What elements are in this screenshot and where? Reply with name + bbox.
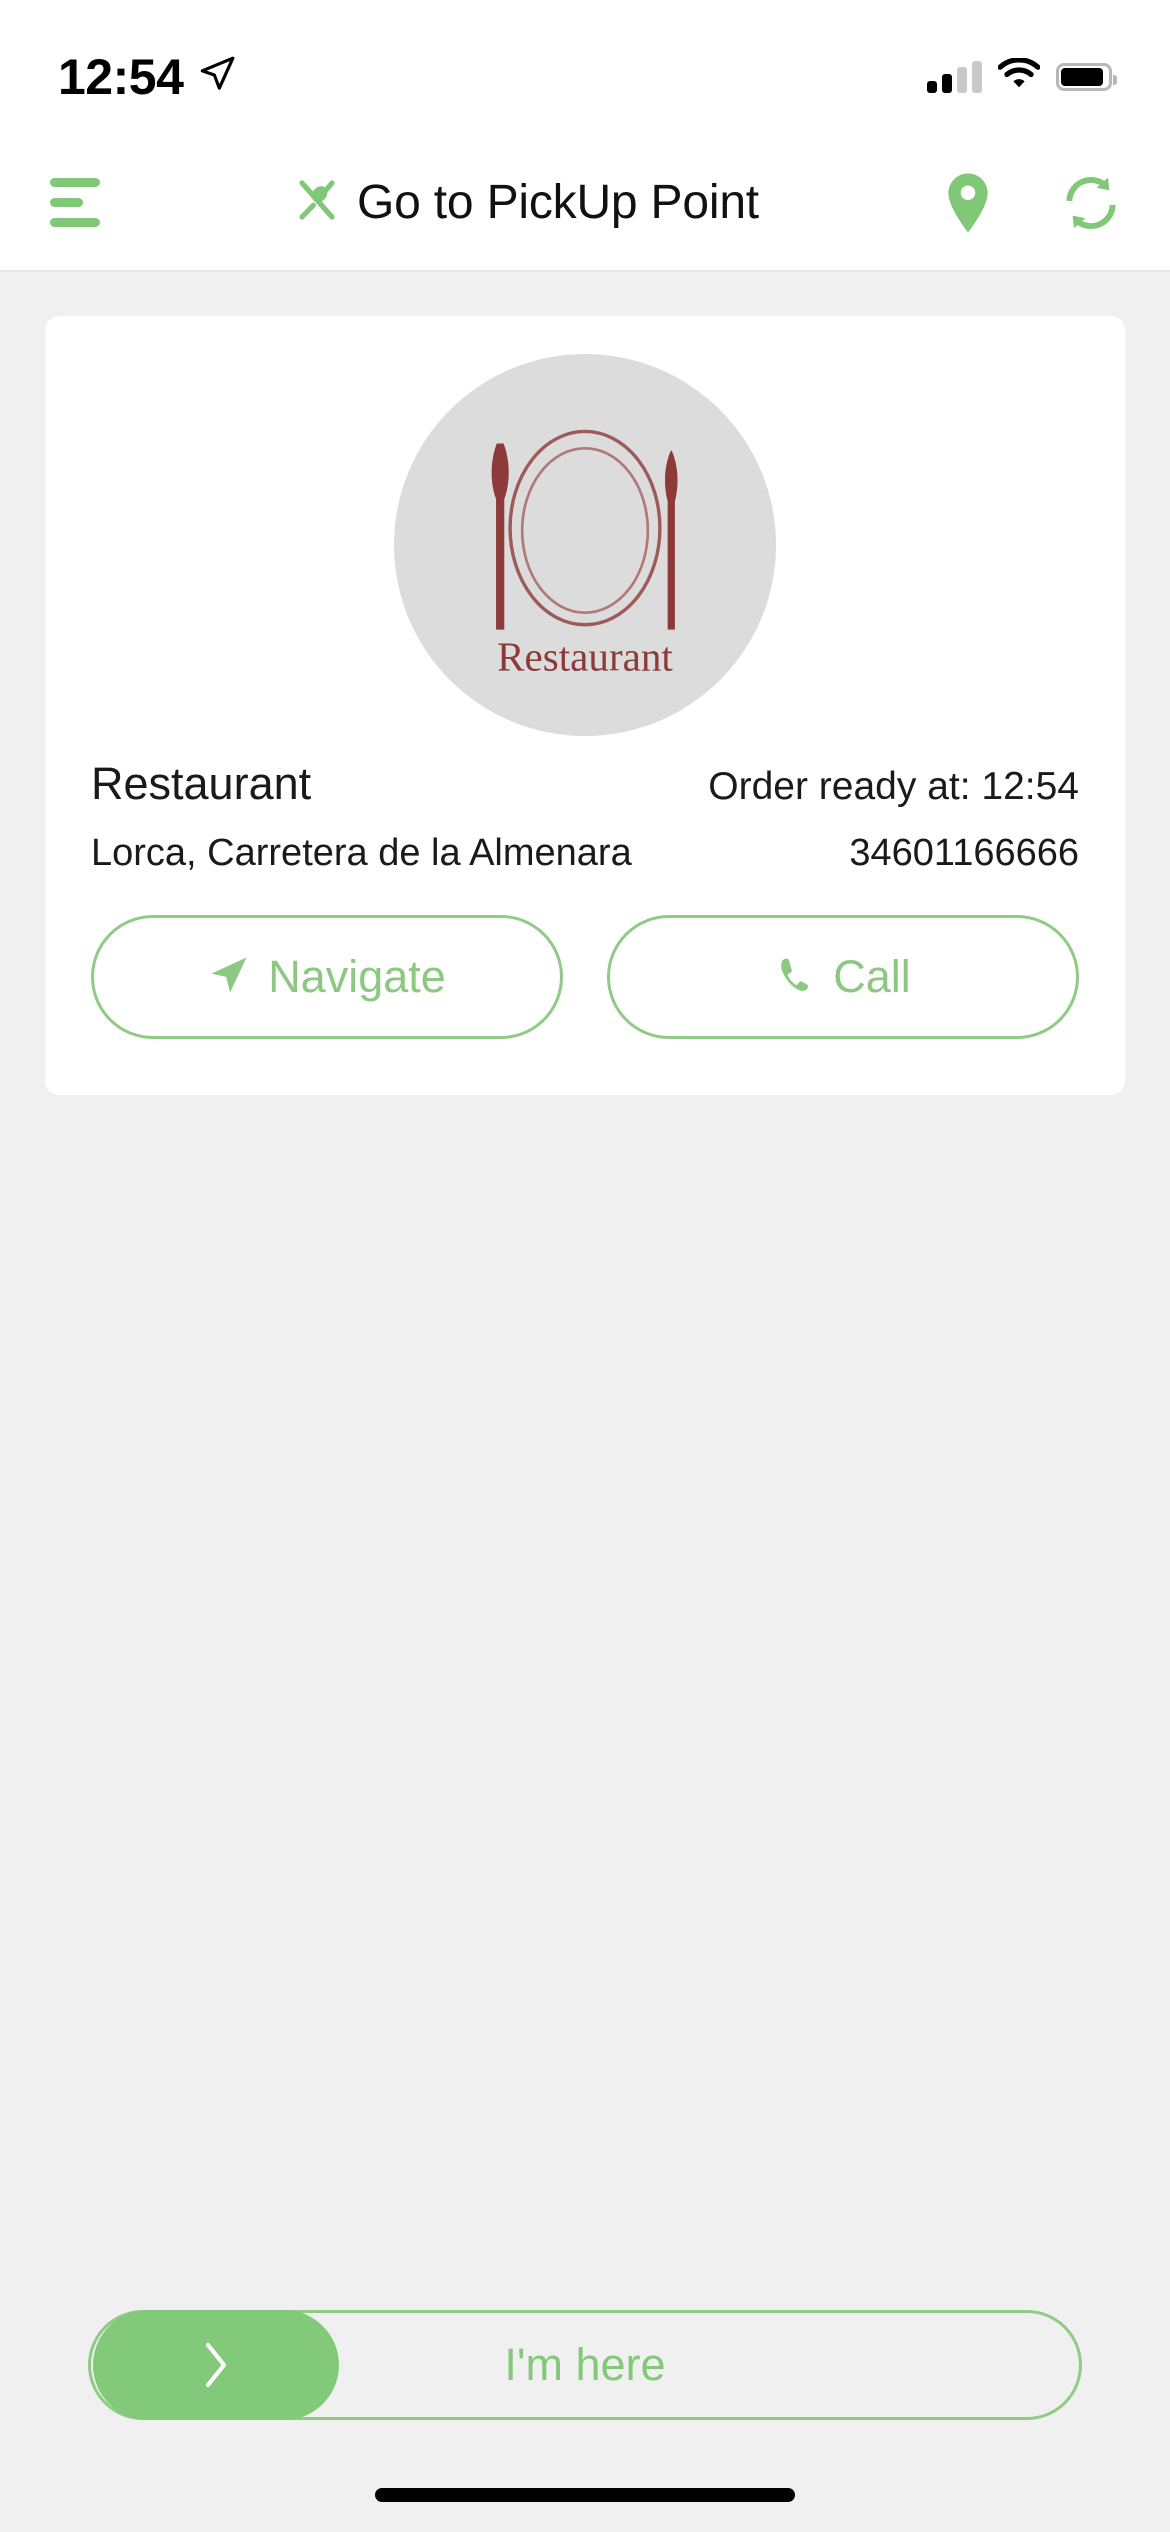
hamburger-menu-icon[interactable] xyxy=(42,166,120,239)
card-actions: Navigate Call xyxy=(45,875,1125,1095)
im-here-slider[interactable]: I'm here xyxy=(0,2310,1170,2420)
chevron-right-icon xyxy=(203,2341,229,2389)
pickup-point-primary-row: Restaurant Order ready at: 12:54 xyxy=(91,758,1079,810)
slider-label: I'm here xyxy=(504,2339,666,2390)
cellular-signal-icon xyxy=(927,60,982,93)
navigate-button[interactable]: Navigate xyxy=(91,915,563,1039)
header-divider xyxy=(0,270,1170,272)
slider-track[interactable]: I'm here xyxy=(88,2310,1082,2420)
pickup-point-info: Restaurant Order ready at: 12:54 Lorca, … xyxy=(45,758,1125,875)
call-button-label: Call xyxy=(833,951,911,1002)
refresh-sync-icon[interactable] xyxy=(1060,172,1122,234)
app-header: Go to PickUp Point xyxy=(0,135,1170,270)
navigate-arrow-icon xyxy=(208,954,250,1001)
wifi-icon xyxy=(997,57,1041,95)
location-arrow-icon xyxy=(197,54,237,99)
battery-icon xyxy=(1056,62,1117,91)
call-button[interactable]: Call xyxy=(607,915,1079,1039)
place-name: Restaurant xyxy=(91,758,312,809)
page-title-text: Go to PickUp Point xyxy=(357,176,759,229)
restaurant-logo-caption: Restaurant xyxy=(497,634,673,680)
slider-thumb[interactable] xyxy=(93,2310,339,2420)
status-bar-time: 12:54 xyxy=(58,48,184,105)
status-bar-left: 12:54 xyxy=(58,34,237,102)
place-phone[interactable]: 34601166666 xyxy=(849,832,1079,875)
header-actions xyxy=(942,171,1128,235)
pickup-point-secondary-row: Lorca, Carretera de la Almenara 34601166… xyxy=(91,832,1079,875)
fork-spoon-icon xyxy=(293,176,341,229)
phone-icon xyxy=(775,955,815,1000)
restaurant-logo-area: Restaurant xyxy=(45,316,1125,758)
place-address: Lorca, Carretera de la Almenara xyxy=(91,832,632,874)
home-indicator xyxy=(375,2488,795,2502)
map-pin-icon[interactable] xyxy=(942,171,994,235)
restaurant-logo-icon: Restaurant xyxy=(394,354,776,736)
order-ready-time: Order ready at: 12:54 xyxy=(708,765,1079,808)
pickup-point-card: Restaurant Restaurant Order ready at: 12… xyxy=(45,316,1125,1095)
navigate-button-label: Navigate xyxy=(268,951,446,1002)
page-title: Go to PickUp Point xyxy=(110,175,942,230)
status-bar: 12:54 xyxy=(0,0,1170,135)
status-bar-right xyxy=(927,40,1117,95)
